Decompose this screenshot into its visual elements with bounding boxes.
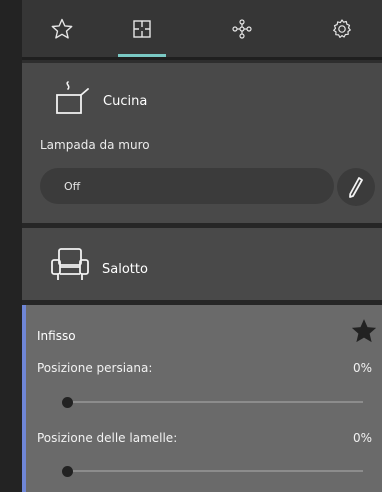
kitchen-pot-icon	[55, 78, 89, 120]
shutter-card	[22, 305, 382, 492]
star-filled-icon	[351, 319, 377, 343]
shutter-accent-bar	[22, 305, 26, 492]
shutter-title: Infisso	[37, 329, 76, 343]
tab-settings[interactable]	[302, 0, 382, 57]
blind-position-slider[interactable]	[66, 401, 363, 403]
star-outline-icon	[51, 18, 73, 39]
network-icon	[232, 18, 252, 39]
pencil-icon	[349, 177, 363, 198]
tab-bar	[22, 0, 382, 60]
slat-position-slider-thumb[interactable]	[62, 466, 73, 477]
armchair-icon	[50, 247, 90, 287]
tab-rooms[interactable]	[102, 0, 182, 57]
favorite-button[interactable]	[349, 316, 379, 350]
device-label: Lampada da muro	[40, 138, 150, 152]
slat-position-label: Posizione delle lamelle:	[37, 431, 178, 445]
device-state-button[interactable]: Off	[40, 168, 334, 204]
left-edge	[0, 0, 22, 492]
device-state-text: Off	[64, 179, 81, 193]
edit-button[interactable]	[337, 168, 375, 206]
floorplan-icon	[133, 19, 151, 38]
tab-network[interactable]	[202, 0, 282, 57]
slat-position-slider[interactable]	[66, 470, 363, 472]
room-name[interactable]: Salotto	[102, 262, 148, 277]
active-tab-indicator	[118, 54, 166, 57]
room-name[interactable]: Cucina	[103, 94, 147, 109]
gear-icon	[333, 18, 351, 38]
tab-favorites[interactable]	[22, 0, 102, 57]
blind-position-value: 0%	[352, 361, 372, 375]
blind-position-label: Posizione persiana:	[37, 361, 153, 375]
slat-position-value: 0%	[352, 431, 372, 445]
blind-position-slider-thumb[interactable]	[62, 397, 73, 408]
